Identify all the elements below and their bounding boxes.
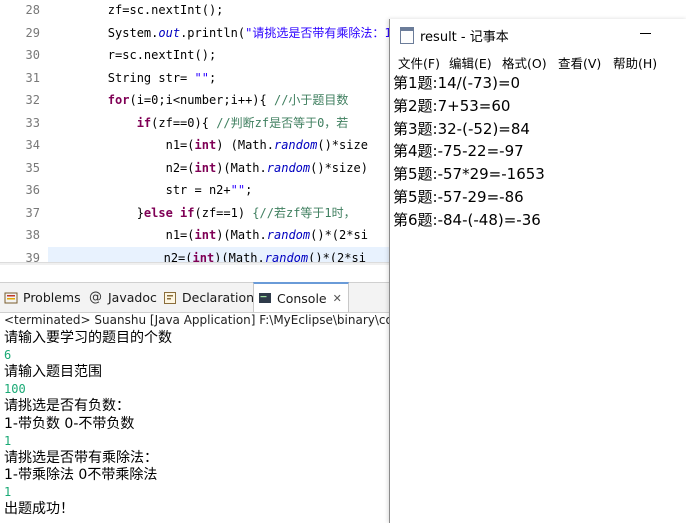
tab-console[interactable]: Console ✕ [253, 282, 349, 312]
notepad-menu-item[interactable]: 文件(F) [398, 53, 440, 72]
code-token: random [266, 228, 311, 242]
line-number: 38 [25, 228, 40, 242]
notepad-menu-item[interactable]: 查看(V) [558, 53, 601, 72]
line-number: 35 [25, 160, 40, 175]
code-token: ()*(2*si [310, 228, 368, 242]
console-icon [259, 293, 271, 303]
code-token: out [158, 25, 181, 40]
problems-icon [4, 292, 18, 303]
code-token: String str= [50, 70, 195, 85]
notepad-text-line: 第5题:-57*29=-1653 [393, 165, 545, 184]
code-token: System. [50, 25, 159, 40]
code-token: ; [208, 70, 217, 85]
code-token: n2=( [50, 160, 195, 175]
notepad-text-line: 第5题:-57-29=-86 [393, 188, 524, 206]
code-token: ()*size) [310, 160, 368, 175]
line-number: 32 [25, 93, 40, 107]
line-number: 30 [25, 48, 40, 62]
notepad-title: result - 记事本 [420, 30, 509, 45]
notepad-text-line: 第1题:14/(-73)=0 [393, 74, 521, 92]
code-token: )(Math. [216, 228, 267, 242]
code-token: random [266, 160, 311, 175]
close-icon[interactable]: ✕ [333, 292, 342, 305]
code-token: if [136, 115, 152, 130]
code-token: ) (Math. [216, 138, 274, 152]
notepad-menu-bar: 文件(F) 编辑(E) 格式(O) 查看(V) 帮助(H) [390, 50, 686, 72]
tab-declaration[interactable]: Declaration [163, 283, 254, 312]
code-line[interactable]: zf=sc.nextInt(); [50, 0, 686, 21]
notepad-text-line: 第3题:32-(-52)=84 [393, 119, 530, 138]
code-token: str = n2+ [50, 183, 231, 197]
code-token: ; [245, 183, 253, 197]
code-token: r=sc.nextInt(); [50, 48, 217, 62]
code-token: "" [230, 183, 246, 197]
tab-declaration-label: Declaration [182, 290, 255, 305]
notepad-icon [400, 27, 414, 44]
notepad-menu-item[interactable]: 格式(O) [502, 53, 547, 72]
minimize-icon[interactable] [640, 33, 651, 34]
code-token: } [50, 205, 144, 220]
tab-problems-label: Problems [23, 290, 81, 305]
console-output[interactable]: 请输入要学习的题目的个数 6 请输入题目范围 100 请挑选是否有负数： 1-带负数 0-… [0, 327, 390, 523]
code-token: int [194, 228, 217, 242]
notepad-text-line: 第6题:-84-(-48)=-36 [393, 210, 541, 229]
notepad-menu-item[interactable]: 编辑(E) [449, 53, 492, 72]
tab-console-label: Console [277, 290, 327, 306]
notepad-text-line: 第4题:-75-22=-97 [393, 142, 524, 161]
code-token: n1=( [50, 138, 195, 152]
notepad-title-bar[interactable]: result - 记事本 [390, 19, 686, 50]
code-token: //判断zf是否等于0，若 [216, 115, 349, 130]
code-token: for [107, 93, 130, 107]
line-number: 33 [25, 115, 40, 130]
line-number: 34 [25, 138, 40, 152]
code-token: "" [194, 70, 209, 85]
tab-problems[interactable]: Problems [4, 283, 81, 312]
tab-javadoc[interactable]: @ Javadoc [89, 283, 157, 312]
notepad-window[interactable]: result - 记事本 文件(F) 编辑(E) 格式(O) 查看(V) 帮助(H) 第… [389, 19, 686, 523]
code-token: else if [143, 205, 195, 220]
view-tab-bar: Problems @ Javadoc Declaration Console ✕ [0, 282, 390, 313]
line-number: 29 [25, 25, 40, 40]
code-token: (i=0;i<number;i++){ [129, 93, 274, 107]
code-token: ()*size [317, 138, 368, 152]
line-number: 31 [25, 70, 40, 85]
code-token: int [194, 160, 217, 175]
editor-horizontal-scrollbar[interactable]: < [0, 262, 390, 265]
code-token: random [273, 138, 318, 152]
console-output-line: 1-带乘除法 0不带乘除法 [4, 466, 158, 483]
code-token: )(Math. [216, 160, 267, 175]
code-token: //小于题目数 [273, 93, 349, 107]
line-number: 28 [25, 3, 40, 17]
code-token: (zf==1) [194, 205, 253, 220]
console-output-line: 请输入要学习的题目的个数 [4, 330, 172, 346]
notepad-text-line: 第2题:7+53=60 [393, 96, 511, 115]
console-output-line: 出题成功！ [4, 501, 74, 517]
line-number: 36 [25, 183, 40, 197]
javadoc-icon: @ [89, 289, 102, 305]
tab-javadoc-label: Javadoc [108, 290, 157, 305]
notepad-menu-item[interactable]: 帮助(H) [613, 53, 657, 72]
code-token: (zf==0){ [151, 115, 217, 130]
code-token: zf=sc.nextInt(); [50, 3, 224, 17]
code-token: .println( [180, 25, 246, 40]
code-token: int [194, 138, 217, 152]
code-token: n1=( [50, 228, 195, 242]
console-output-line: 1-带负数 0-不带负数 [4, 415, 135, 432]
declaration-icon [164, 291, 176, 304]
scroll-left-arrow-icon[interactable]: < [54, 263, 66, 265]
code-token: {//若zf等于1时， [252, 205, 356, 220]
line-number: 37 [25, 205, 40, 220]
